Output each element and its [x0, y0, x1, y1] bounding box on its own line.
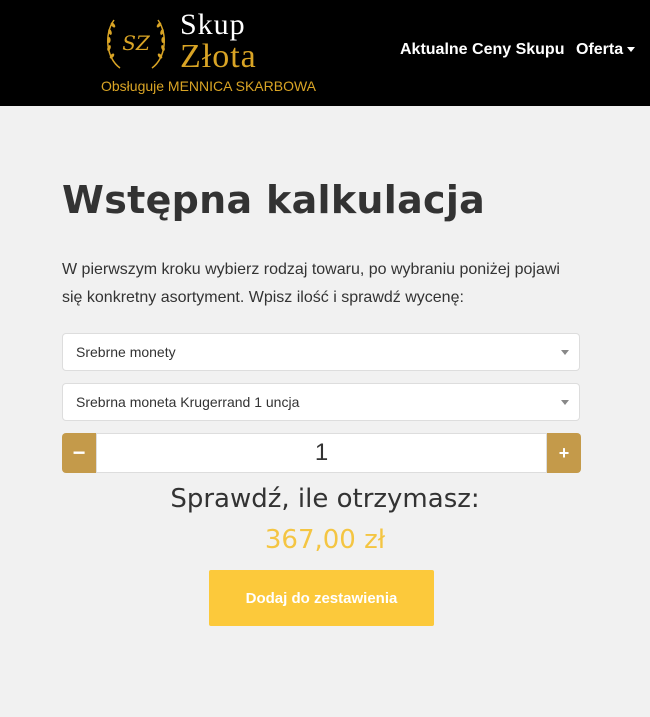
site-header: SZ Skup Złota Obsługuje MENNICA SKARBOWA…	[0, 0, 650, 106]
product-select-value: Srebrna moneta Krugerrand 1 uncja	[76, 394, 300, 410]
category-select[interactable]: Srebrne monety	[62, 333, 580, 371]
logo-tagline: Obsługuje MENNICA SKARBOWA	[101, 78, 316, 94]
chevron-down-icon	[561, 350, 569, 355]
quantity-stepper: − +	[62, 433, 581, 473]
increment-button[interactable]: +	[547, 433, 581, 473]
nav-dropdown-offer[interactable]: Oferta	[576, 41, 636, 59]
decrement-button[interactable]: −	[62, 433, 96, 473]
quantity-input[interactable]	[96, 433, 547, 473]
laurel-wreath-icon: SZ	[107, 19, 165, 69]
logo-title-skup: Skup	[180, 8, 246, 41]
chevron-down-icon	[561, 400, 569, 405]
svg-text:SZ: SZ	[122, 31, 151, 55]
caret-down-icon	[627, 47, 636, 53]
logo-title-zlota: Złota	[180, 38, 257, 75]
page-title: Wstępna kalkulacja	[62, 178, 486, 222]
category-select-value: Srebrne monety	[76, 344, 176, 360]
check-heading: Sprawdź, ile otrzymasz:	[170, 484, 480, 514]
product-select[interactable]: Srebrna moneta Krugerrand 1 uncja	[62, 383, 580, 421]
add-to-summary-label: Dodaj do zestawienia	[245, 589, 398, 607]
add-to-summary-button[interactable]: Dodaj do zestawienia	[209, 570, 434, 626]
price-value: 367,00 zł	[264, 525, 386, 555]
intro-text: W pierwszym kroku wybierz rodzaj towaru,…	[62, 261, 560, 306]
nav-link-current-prices-label: Aktualne Ceny Skupu	[400, 41, 565, 58]
nav-dropdown-offer-label: Oferta	[576, 41, 624, 58]
nav-link-current-prices[interactable]: Aktualne Ceny Skupu	[400, 41, 564, 59]
